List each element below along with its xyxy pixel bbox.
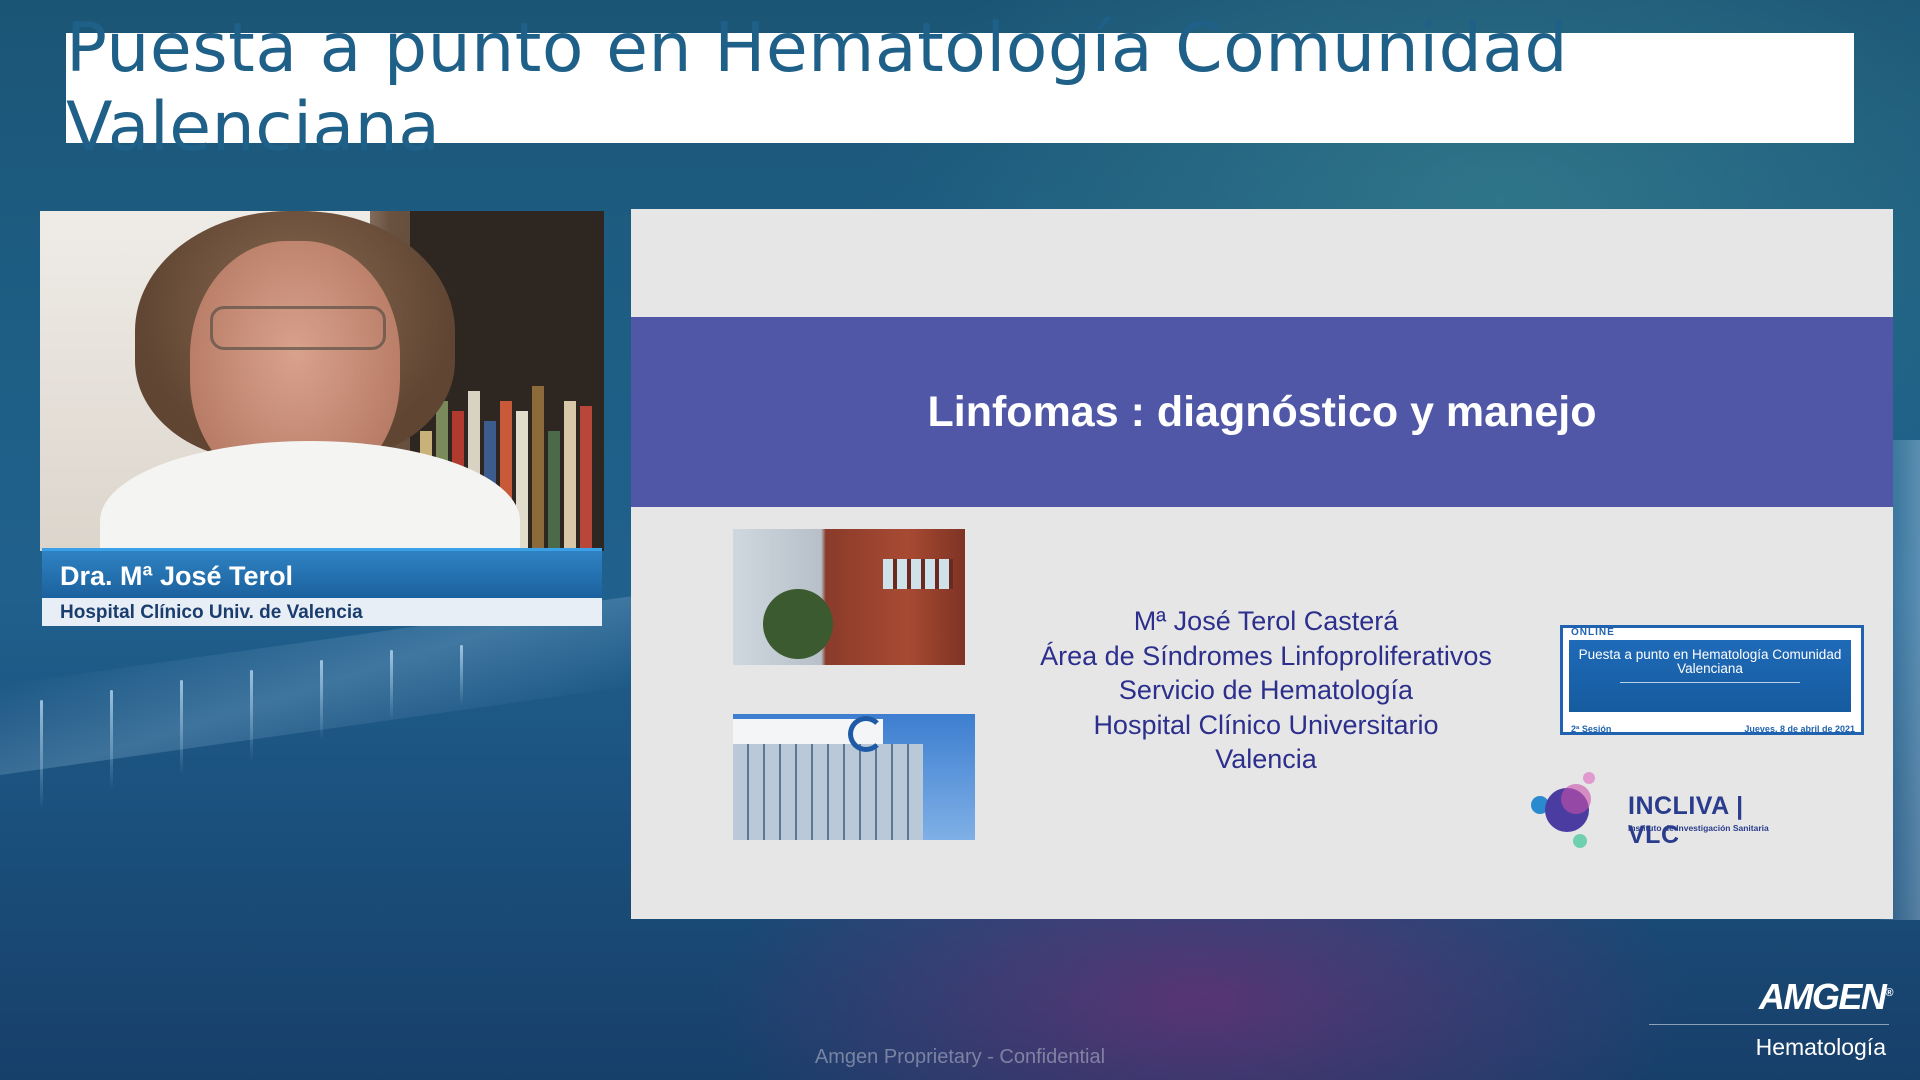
speaker-info-line: Área de Síndromes Linfoproliferativos xyxy=(1040,640,1492,671)
confidential-notice: Amgen Proprietary - Confidential xyxy=(814,1046,1106,1068)
speaker-video-panel: Dra. Mª José Terol Hospital Clínico Univ… xyxy=(40,211,604,626)
amgen-logo: AMGEN® xyxy=(1758,976,1894,1018)
amgen-registered-mark: ® xyxy=(1885,987,1893,999)
speaker-affiliation: Hospital Clínico Univ. de Valencia xyxy=(60,602,363,623)
hospital-exterior-photo xyxy=(733,529,965,665)
slide-speaker-info: Mª José Terol Casterá Área de Síndromes … xyxy=(996,604,1536,777)
page-title: Puesta a punto en Hematología Comunidad … xyxy=(66,9,1569,167)
speaker-info-line: Mª José Terol Casterá xyxy=(1133,606,1399,636)
presentation-slide: Linfomas : diagnóstico y manejo Mª José … xyxy=(631,209,1893,919)
event-title: Puesta a punto en Hematología Comunidad … xyxy=(1578,647,1842,676)
event-session: 2ª Sesión xyxy=(1571,724,1612,734)
speaker-info-line: Valencia xyxy=(1215,744,1317,774)
incliva-subtitle: Instituto de Investigación Sanitaria xyxy=(1628,823,1769,833)
amgen-logo-text: AMGEN xyxy=(1758,976,1887,1017)
event-date: Jueves, 8 de abril de 2021 xyxy=(1744,724,1855,734)
speaker-affiliation-bar: Hospital Clínico Univ. de Valencia xyxy=(42,598,602,626)
speaker-info-line: Servicio de Hematología xyxy=(1118,675,1414,705)
incliva-name: INCLIVA | VLC xyxy=(1628,792,1744,849)
slide-title: Linfomas : diagnóstico y manejo xyxy=(927,387,1597,436)
incliva-logo: INCLIVA | VLC Instituto de Investigación… xyxy=(1523,772,1783,854)
department-label: Hematología xyxy=(1755,1034,1886,1060)
speaker-video-feed xyxy=(40,211,604,551)
title-banner: Puesta a punto en Hematología Comunidad … xyxy=(66,9,1854,167)
event-card: ONLINE Puesta a punto en Hematología Com… xyxy=(1560,625,1864,735)
event-tag: ONLINE xyxy=(1571,627,1615,638)
speaker-name-bar: Dra. Mª José Terol xyxy=(42,548,602,601)
speaker-info-line: Hospital Clínico Universitario xyxy=(1093,709,1439,740)
speaker-name: Dra. Mª José Terol xyxy=(60,560,294,591)
slide-title-band: Linfomas : diagnóstico y manejo xyxy=(631,317,1893,507)
hospital-building-photo xyxy=(733,714,975,840)
brand-divider xyxy=(1649,1024,1889,1025)
